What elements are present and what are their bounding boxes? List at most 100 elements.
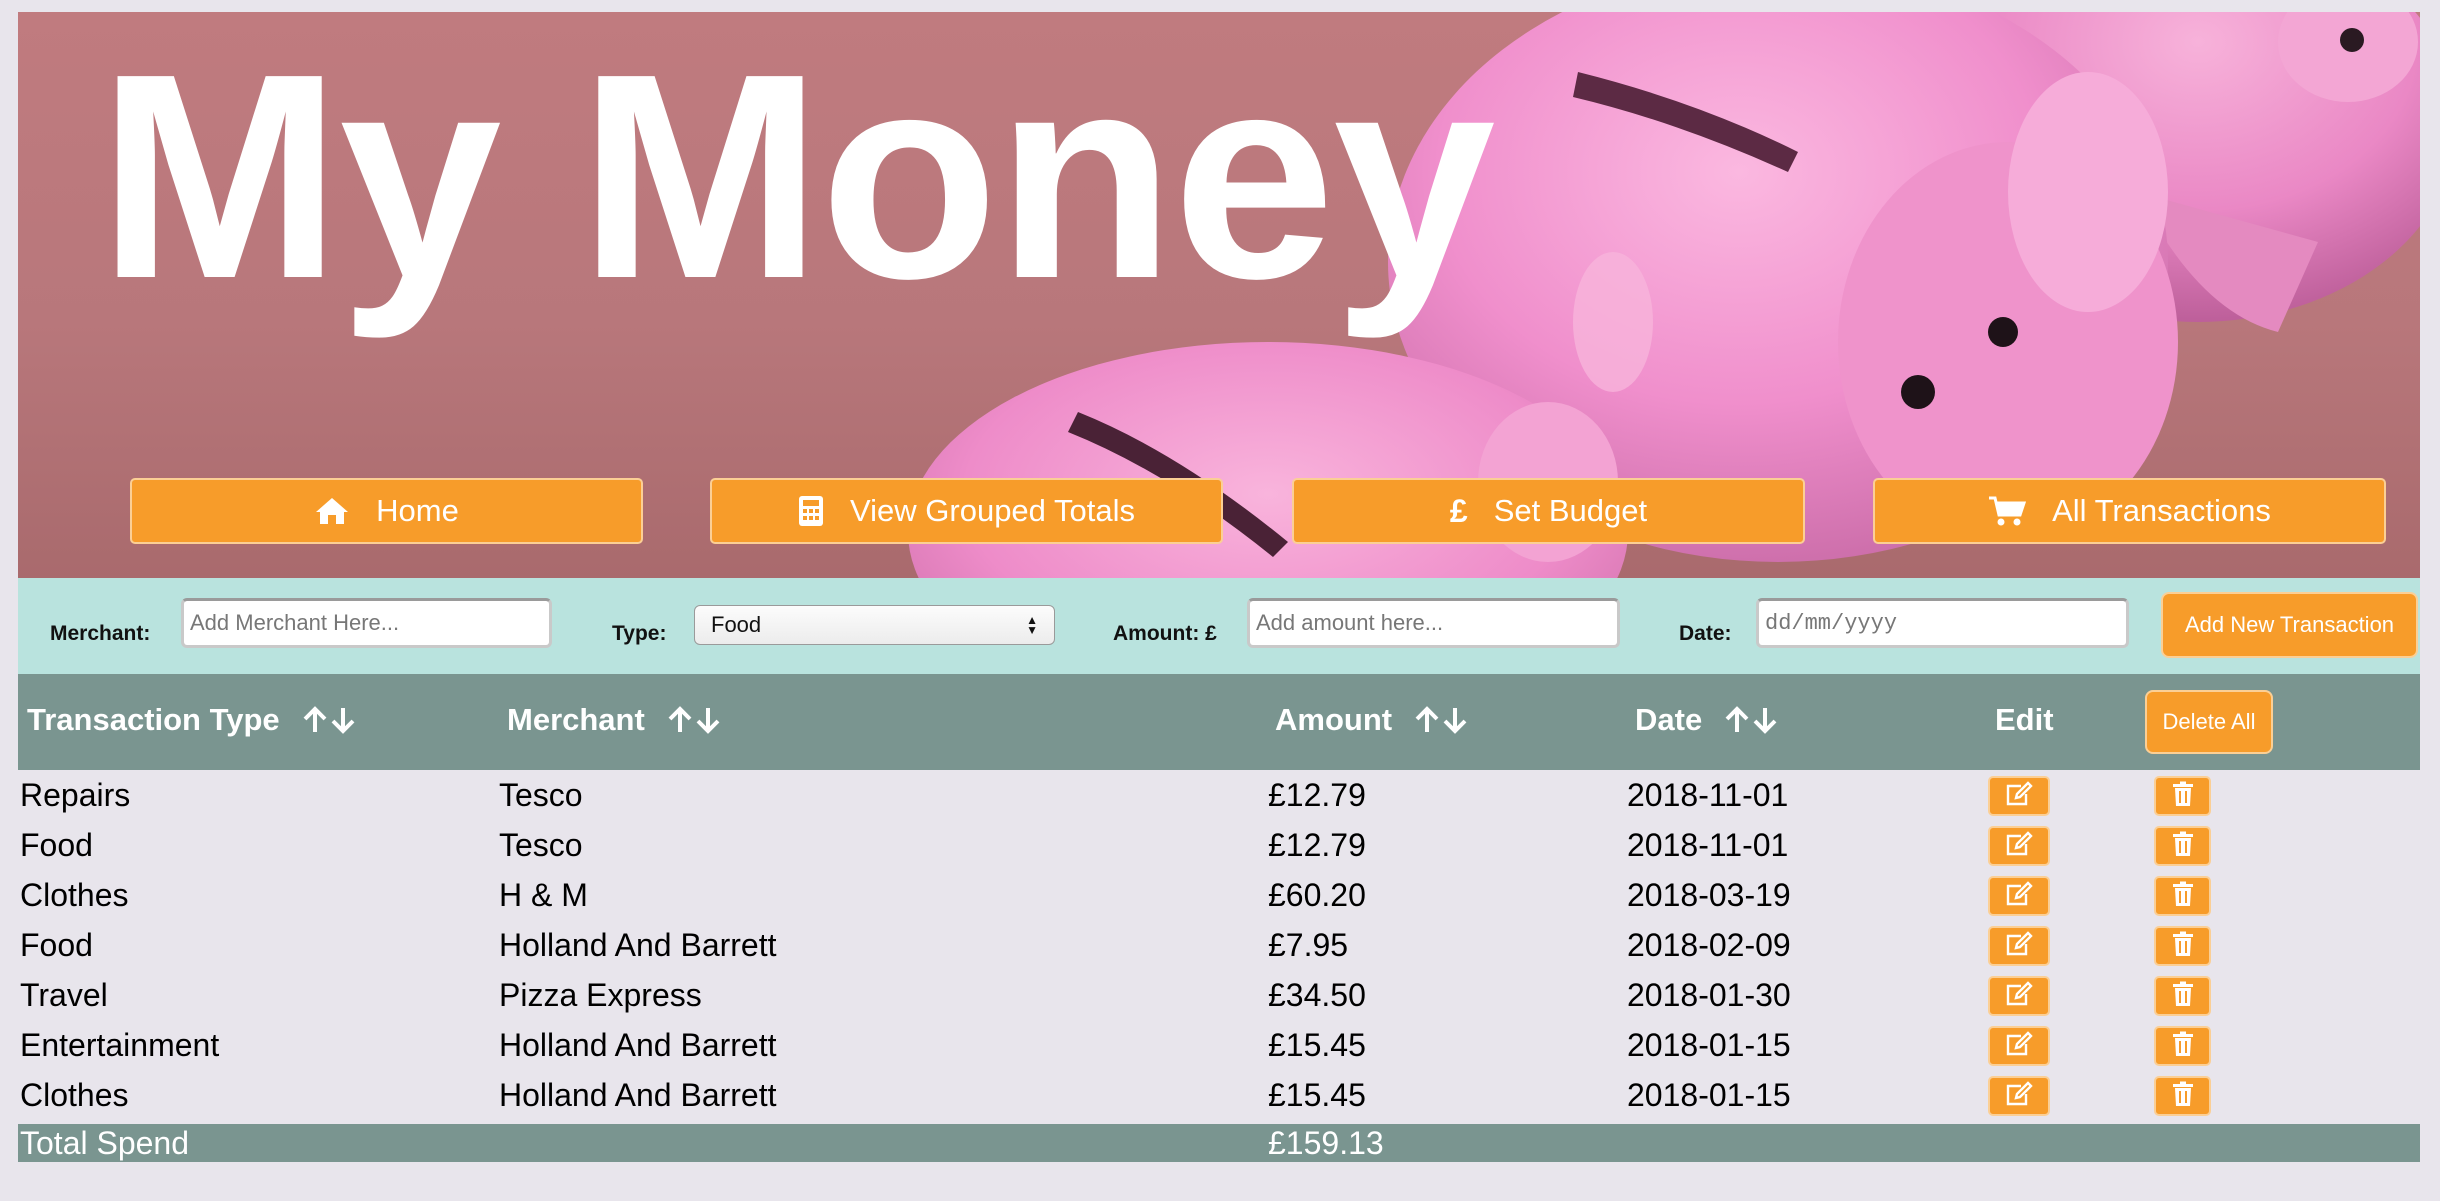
pound-icon: £ — [1449, 492, 1468, 529]
add-new-transaction-button[interactable]: Add New Transaction — [2161, 592, 2418, 658]
calculator-icon — [798, 495, 824, 527]
new-transaction-form: Merchant: Type: Food ▲▼ Amount: £ Date: … — [18, 578, 2420, 674]
edit-button[interactable] — [1988, 926, 2050, 966]
delete-button[interactable] — [2154, 926, 2211, 966]
table-row: Entertainment Holland And Barrett £15.45… — [18, 1020, 2420, 1070]
home-button[interactable]: Home — [130, 478, 643, 544]
col-edit: Edit — [1995, 702, 2054, 738]
sort-down-icon[interactable] — [1752, 706, 1778, 734]
sort-down-icon[interactable] — [330, 706, 356, 734]
cell-amount: £15.45 — [1268, 1077, 1366, 1113]
edit-button[interactable] — [1988, 976, 2050, 1016]
home-icon — [314, 496, 350, 526]
cell-amount: £12.79 — [1268, 827, 1366, 863]
amount-input[interactable] — [1247, 598, 1620, 648]
sort-controls — [1724, 706, 1778, 734]
view-grouped-totals-button[interactable]: View Grouped Totals — [710, 478, 1223, 544]
cell-merchant: Holland And Barrett — [499, 1077, 777, 1113]
cell-merchant: Tesco — [499, 777, 583, 813]
cell-merchant: H & M — [499, 877, 588, 913]
trash-icon — [2172, 981, 2194, 1012]
delete-all-button[interactable]: Delete All — [2145, 690, 2273, 754]
edit-button[interactable] — [1988, 826, 2050, 866]
delete-button[interactable] — [2154, 876, 2211, 916]
edit-icon — [2005, 880, 2033, 912]
sort-down-icon[interactable] — [1442, 706, 1468, 734]
cell-type: Clothes — [20, 1077, 129, 1113]
col-transaction-type-label: Transaction Type — [27, 702, 280, 737]
trash-icon — [2172, 931, 2194, 962]
sort-down-icon[interactable] — [695, 706, 721, 734]
sort-up-icon[interactable] — [667, 706, 693, 734]
delete-button[interactable] — [2154, 1026, 2211, 1066]
header-banner: My Money Home View Grouped Totals £ Set … — [18, 12, 2420, 578]
table-row: Clothes Holland And Barrett £15.45 2018-… — [18, 1070, 2420, 1120]
cell-type: Repairs — [20, 777, 131, 813]
edit-button[interactable] — [1988, 1076, 2050, 1116]
cell-date: 2018-11-01 — [1627, 827, 1789, 863]
cell-type: Clothes — [20, 877, 129, 913]
cell-date: 2018-03-19 — [1627, 877, 1791, 913]
delete-button[interactable] — [2154, 1076, 2211, 1116]
col-date: Date — [1635, 702, 1778, 738]
sort-controls — [302, 706, 356, 734]
cell-type: Entertainment — [20, 1027, 220, 1063]
type-select[interactable]: Food ▲ ▼ — [694, 605, 1055, 645]
col-date-label: Date — [1635, 702, 1703, 737]
cell-merchant: Holland And Barrett — [499, 1027, 777, 1063]
set-budget-button[interactable]: £ Set Budget — [1292, 478, 1805, 544]
cell-amount: £7.95 — [1268, 927, 1349, 963]
edit-button[interactable] — [1988, 876, 2050, 916]
trash-icon — [2172, 1031, 2194, 1062]
trash-icon — [2172, 831, 2194, 862]
total-spend-label: Total Spend — [20, 1125, 190, 1161]
delete-button[interactable] — [2154, 776, 2211, 816]
amount-label: Amount: £ — [1113, 622, 1217, 645]
home-label: Home — [376, 493, 459, 528]
sort-up-icon[interactable] — [1414, 706, 1440, 734]
edit-button[interactable] — [1988, 1026, 2050, 1066]
trash-icon — [2172, 1081, 2194, 1112]
cell-type: Travel — [20, 977, 108, 1013]
col-edit-label: Edit — [1995, 702, 2054, 737]
type-label: Type: — [612, 622, 667, 645]
sort-up-icon[interactable] — [1724, 706, 1750, 734]
type-select-value: Food — [711, 612, 762, 637]
date-input[interactable] — [1756, 598, 2129, 648]
table-row: Repairs Tesco £12.79 2018-11-01 — [18, 770, 2420, 820]
cell-merchant: Tesco — [499, 827, 583, 863]
cell-date: 2018-01-30 — [1627, 977, 1791, 1013]
col-amount: Amount — [1275, 702, 1468, 738]
cell-merchant: Pizza Express — [499, 977, 702, 1013]
trash-icon — [2172, 781, 2194, 812]
cell-amount: £34.50 — [1268, 977, 1366, 1013]
select-arrows-icon: ▲ ▼ — [1026, 613, 1038, 637]
cell-date: 2018-01-15 — [1627, 1077, 1791, 1113]
edit-button[interactable] — [1988, 776, 2050, 816]
sort-controls — [667, 706, 721, 734]
edit-icon — [2005, 780, 2033, 812]
main-nav: Home View Grouped Totals £ Set Budget Al… — [18, 478, 2420, 546]
cart-icon — [1988, 495, 2027, 527]
cell-amount: £60.20 — [1268, 877, 1366, 913]
trash-icon — [2172, 881, 2194, 912]
transactions-table-body: Repairs Tesco £12.79 2018-11-01 Food Tes… — [18, 770, 2420, 1120]
sort-up-icon[interactable] — [302, 706, 328, 734]
merchant-input[interactable] — [181, 598, 552, 648]
cell-type: Food — [20, 827, 93, 863]
col-merchant: Merchant — [507, 702, 721, 738]
cell-amount: £15.45 — [1268, 1027, 1366, 1063]
all-transactions-button[interactable]: All Transactions — [1873, 478, 2386, 544]
all-transactions-label: All Transactions — [2052, 493, 2271, 528]
merchant-label: Merchant: — [50, 622, 151, 645]
delete-button[interactable] — [2154, 826, 2211, 866]
app-title: My Money — [98, 13, 1496, 339]
view-grouped-totals-label: View Grouped Totals — [850, 493, 1135, 528]
date-label: Date: — [1679, 622, 1732, 645]
set-budget-label: Set Budget — [1493, 493, 1648, 528]
total-spend-value: £159.13 — [1268, 1125, 1384, 1161]
cell-date: 2018-02-09 — [1627, 927, 1791, 963]
table-header: Transaction Type Merchant Amount Date Ed… — [18, 674, 2420, 770]
delete-button[interactable] — [2154, 976, 2211, 1016]
app: My Money Home View Grouped Totals £ Set … — [18, 12, 2420, 1162]
